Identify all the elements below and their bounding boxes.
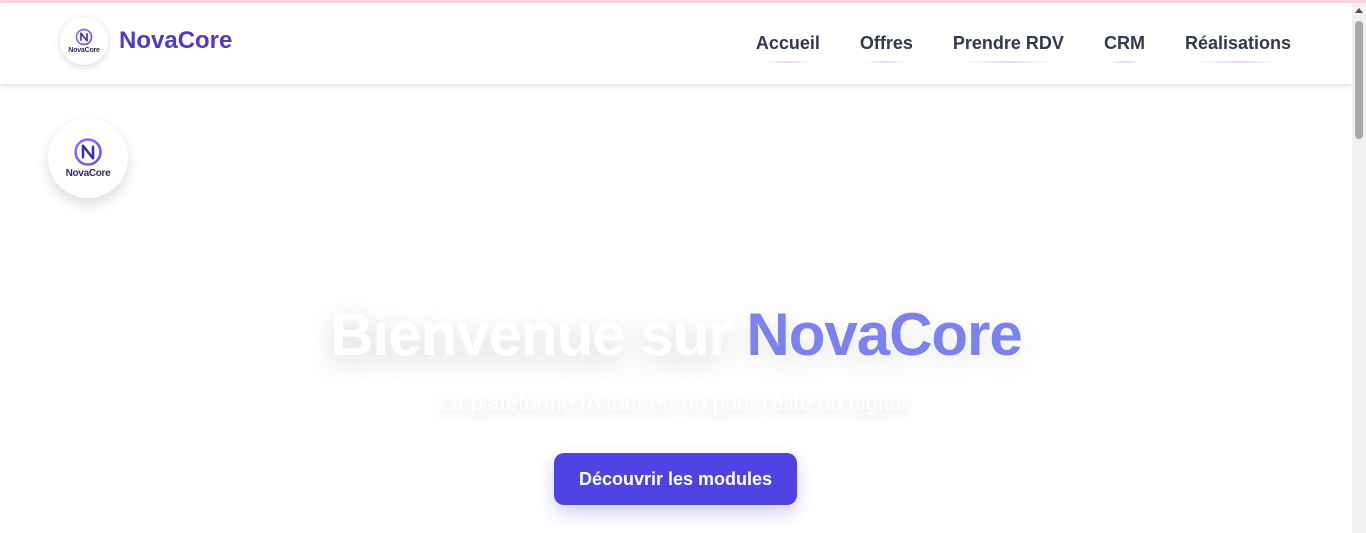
brand-logo-text: NovaCore — [68, 47, 100, 54]
hero-title-accent: NovaCore — [746, 301, 1022, 368]
hero-title: Bienvenue sur NovaCore — [0, 300, 1352, 370]
scroll-up-arrow-icon[interactable] — [1355, 8, 1363, 13]
brand-logo: NovaCore — [60, 17, 108, 65]
brand-name: NovaCore — [119, 27, 233, 54]
hero-subtitle: La plateforme IA tout-en-un pour l'élite… — [439, 390, 913, 415]
navbar: NovaCore NovaCore Accueil Offres Prendre… — [0, 3, 1352, 84]
nav-item-offres[interactable]: Offres — [860, 27, 913, 63]
vertical-scrollbar[interactable] — [1352, 3, 1366, 533]
nav-item-realisations[interactable]: Réalisations — [1185, 27, 1291, 63]
scrollbar-thumb[interactable] — [1355, 21, 1363, 139]
floating-logo-badge[interactable]: NovaCore — [48, 118, 128, 198]
nav-item-accueil[interactable]: Accueil — [756, 27, 820, 63]
page: NovaCore NovaCore Accueil Offres Prendre… — [0, 0, 1366, 533]
main-nav: Accueil Offres Prendre RDV CRM Réalisati… — [716, 3, 1291, 84]
discover-modules-button[interactable]: Découvrir les modules — [554, 453, 797, 505]
hero-section: Bienvenue sur NovaCore La plateforme IA … — [0, 84, 1352, 533]
novacore-logo-icon — [75, 28, 93, 46]
hero-title-main: Bienvenue sur — [330, 301, 731, 368]
novacore-logo-icon — [74, 138, 102, 166]
nav-item-crm[interactable]: CRM — [1104, 27, 1145, 63]
brand-link[interactable]: NovaCore NovaCore — [60, 17, 232, 65]
nav-item-prendre-rdv[interactable]: Prendre RDV — [953, 27, 1064, 63]
floating-logo-text: NovaCore — [65, 168, 111, 179]
